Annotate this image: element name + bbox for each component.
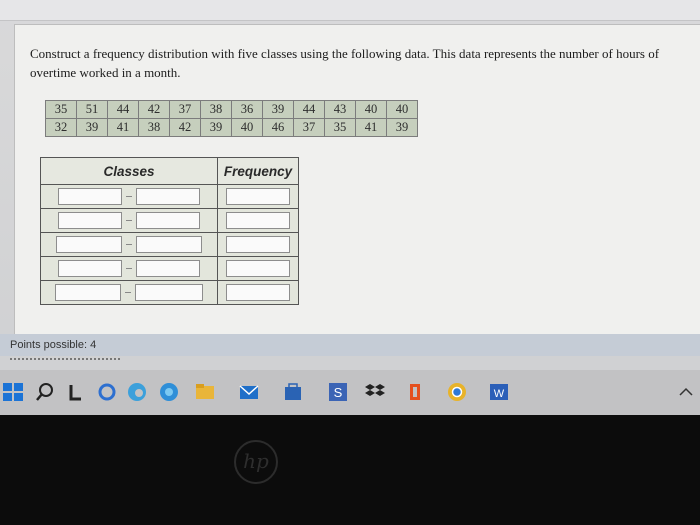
data-cell: 41 <box>107 118 139 137</box>
class-upper-input[interactable] <box>136 260 200 278</box>
chevron-up-icon[interactable] <box>675 381 697 403</box>
class-lower-input[interactable] <box>55 284 121 302</box>
data-cell: 41 <box>355 118 387 137</box>
browser-top-strip <box>0 0 700 21</box>
frequency-row <box>40 232 299 257</box>
office-icon[interactable] <box>404 381 426 403</box>
class-dash <box>125 292 131 294</box>
data-cell: 35 <box>324 118 356 137</box>
data-cell: 40 <box>386 100 418 119</box>
data-cell: 32 <box>45 118 77 137</box>
class-dash <box>126 244 132 246</box>
store-icon[interactable] <box>282 381 304 403</box>
frequency-cell <box>217 232 299 257</box>
data-cell: 42 <box>169 118 201 137</box>
data-cell: 43 <box>324 100 356 119</box>
data-cell: 37 <box>293 118 325 137</box>
class-lower-input[interactable] <box>58 260 122 278</box>
class-cell <box>40 256 218 281</box>
data-cell: 40 <box>355 100 387 119</box>
class-cell <box>40 208 218 233</box>
question-text: Construct a frequency distribution with … <box>30 46 660 80</box>
chrome-icon[interactable] <box>446 381 468 403</box>
data-cell: 35 <box>45 100 77 119</box>
windows-start-icon[interactable] <box>2 381 24 403</box>
frequency-row <box>40 208 299 233</box>
data-cell: 51 <box>76 100 108 119</box>
data-cell: 38 <box>200 100 232 119</box>
s-app-icon[interactable]: S <box>327 381 349 403</box>
frequency-input[interactable] <box>226 188 290 206</box>
class-dash <box>126 220 132 222</box>
frequency-row <box>40 256 299 281</box>
screen: Construct a frequency distribution with … <box>0 0 700 415</box>
task-view-icon[interactable] <box>66 381 88 403</box>
data-row: 32 39 41 38 42 39 40 46 37 35 41 39 <box>45 118 418 137</box>
search-icon[interactable] <box>34 381 56 403</box>
chrome-like-icon[interactable] <box>158 381 180 403</box>
data-cell: 42 <box>138 100 170 119</box>
frequency-row <box>40 184 299 209</box>
class-upper-input[interactable] <box>135 284 203 302</box>
word-icon[interactable]: W <box>488 381 510 403</box>
class-cell <box>40 232 218 257</box>
class-upper-input[interactable] <box>136 236 202 254</box>
class-lower-input[interactable] <box>58 212 122 230</box>
class-lower-input[interactable] <box>58 188 122 206</box>
data-cell: 36 <box>231 100 263 119</box>
frequency-header: Frequency <box>217 157 299 185</box>
dropbox-icon[interactable] <box>364 381 386 403</box>
frequency-cell <box>217 280 299 305</box>
classes-header: Classes <box>40 157 218 185</box>
data-cell: 44 <box>293 100 325 119</box>
frequency-input[interactable] <box>226 284 290 302</box>
class-dash <box>126 268 132 270</box>
cortana-icon[interactable] <box>96 381 118 403</box>
data-cell: 38 <box>138 118 170 137</box>
frequency-table: Classes Frequency <box>40 157 299 305</box>
svg-text:S: S <box>334 385 343 400</box>
data-cell: 46 <box>262 118 294 137</box>
frequency-row <box>40 280 299 305</box>
frequency-input[interactable] <box>226 236 290 254</box>
mail-icon[interactable] <box>238 381 260 403</box>
file-explorer-icon[interactable] <box>194 381 216 403</box>
frequency-cell <box>217 184 299 209</box>
class-dash <box>126 196 132 198</box>
class-cell <box>40 280 218 305</box>
class-upper-input[interactable] <box>136 212 200 230</box>
svg-text:W: W <box>494 388 505 400</box>
class-cell <box>40 184 218 209</box>
class-lower-input[interactable] <box>56 236 122 254</box>
frequency-cell <box>217 208 299 233</box>
data-row: 35 51 44 42 37 38 36 39 44 43 40 40 <box>45 100 418 119</box>
laptop-bezel <box>0 415 700 525</box>
points-possible: Points possible: 4 <box>10 339 97 351</box>
header-row: Classes Frequency <box>40 157 299 185</box>
frequency-input[interactable] <box>226 260 290 278</box>
frequency-cell <box>217 256 299 281</box>
data-cell: 39 <box>386 118 418 137</box>
hp-logo: hp <box>234 440 278 484</box>
data-cell: 37 <box>169 100 201 119</box>
data-cell: 39 <box>262 100 294 119</box>
data-table: 35 51 44 42 37 38 36 39 44 43 40 40 32 3… <box>45 100 418 137</box>
frequency-input[interactable] <box>226 212 290 230</box>
edge-icon[interactable] <box>126 381 148 403</box>
points-bar <box>0 334 700 356</box>
data-cell: 40 <box>231 118 263 137</box>
data-cell: 39 <box>76 118 108 137</box>
class-upper-input[interactable] <box>136 188 200 206</box>
data-cell: 44 <box>107 100 139 119</box>
truncated-text <box>10 358 120 368</box>
data-cell: 39 <box>200 118 232 137</box>
